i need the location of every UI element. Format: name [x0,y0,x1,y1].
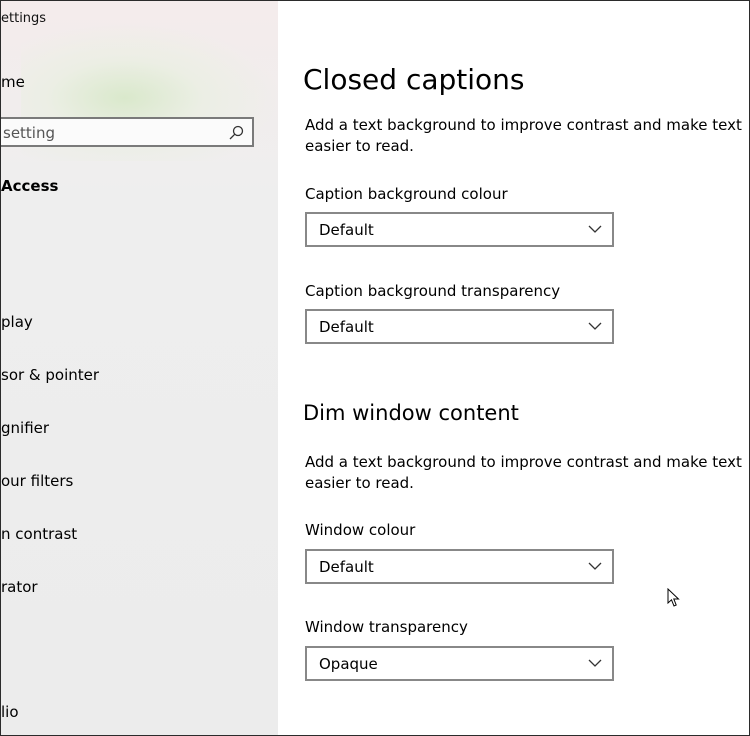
sidebar-item-display[interactable]: play [1,313,33,331]
dropdown-selected-value: Default [319,221,374,239]
window-colour-dropdown[interactable]: Default [305,549,614,584]
dropdown-selected-value: Default [319,318,374,336]
settings-window: ettings me Access play sor & pointer gni… [0,0,750,736]
chevron-down-icon [588,322,602,330]
sidebar-item-audio[interactable]: lio [1,703,19,721]
search-input[interactable] [3,123,223,143]
sidebar-item-magnifier[interactable]: gnifier [1,419,49,437]
dropdown-selected-value: Default [319,558,374,576]
search-icon[interactable] [228,125,244,141]
sidebar-item-cursor-pointer[interactable]: sor & pointer [1,366,99,384]
window-colour-label: Window colour [305,521,416,539]
sidebar-item-colour-filters[interactable]: our filters [1,472,73,490]
dim-window-content-title: Dim window content [303,401,519,425]
closed-captions-description: Add a text background to improve contras… [305,116,742,155]
sidebar-item-high-contrast[interactable]: n contrast [1,525,77,543]
caption-background-colour-dropdown[interactable]: Default [305,212,614,247]
dropdown-selected-value: Opaque [319,655,378,673]
mouse-cursor-icon [667,588,680,607]
search-box[interactable] [1,117,254,147]
chevron-down-icon [588,562,602,570]
main-content: Closed captions Add a text background to… [278,1,749,735]
caption-background-transparency-label: Caption background transparency [305,282,561,300]
sidebar: ettings me Access play sor & pointer gni… [1,1,278,735]
dim-window-description: Add a text background to improve contras… [305,453,742,492]
page-title: Closed captions [303,63,525,96]
sidebar-item-narrator[interactable]: rator [1,578,38,596]
chevron-down-icon [588,225,602,233]
window-transparency-label: Window transparency [305,618,468,636]
sidebar-section-heading: Access [1,177,59,195]
window-title: ettings [1,11,47,26]
sidebar-home-link[interactable]: me [1,73,25,91]
caption-background-transparency-dropdown[interactable]: Default [305,309,614,344]
window-transparency-dropdown[interactable]: Opaque [305,646,614,681]
chevron-down-icon [588,659,602,667]
caption-background-colour-label: Caption background colour [305,185,508,203]
